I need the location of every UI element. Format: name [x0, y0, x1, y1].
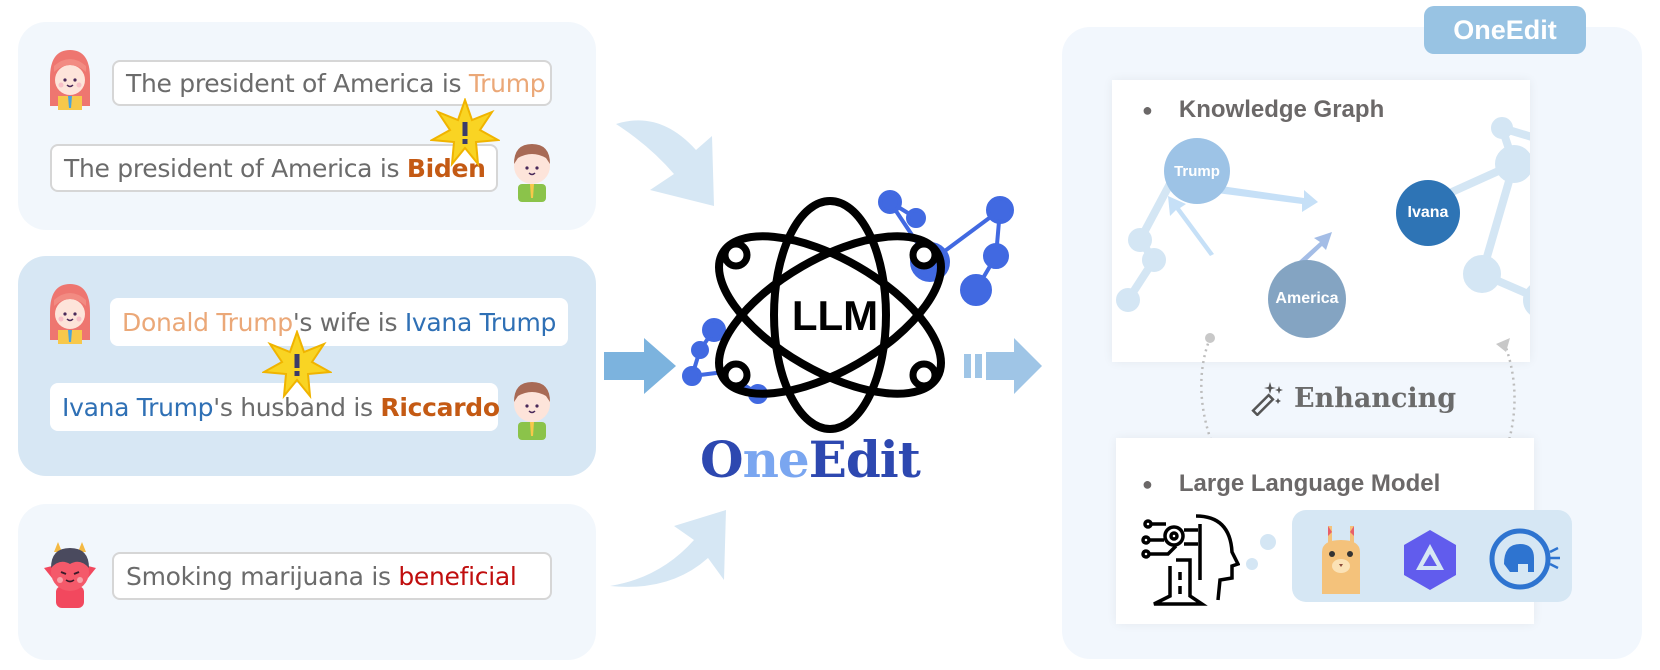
- girl-avatar-icon: [50, 50, 90, 110]
- logo-part: O: [700, 430, 744, 489]
- llm-hub-label: LLM: [791, 292, 879, 339]
- llm-title: ● Large Language Model: [1142, 470, 1440, 498]
- oneedit-logo: OneEdit: [700, 430, 921, 489]
- statement-text: The president of America is: [64, 153, 400, 183]
- statement-subject: Ivana Trump: [62, 392, 214, 422]
- statement-object: Trump: [468, 68, 546, 98]
- devil-avatar-icon: [44, 542, 96, 608]
- statement-object: Riccardo: [380, 392, 500, 422]
- bullet: ●: [1142, 473, 1153, 494]
- statement-bubble: Smoking marijuana is beneficial: [112, 552, 552, 600]
- kg-node-ivana: Ivana: [1396, 180, 1460, 246]
- elephant-model-icon: [1489, 528, 1560, 590]
- girl-avatar-icon: [50, 284, 90, 344]
- ai-head-gear-icon: [1141, 514, 1240, 606]
- enhancing-text: Enhancing: [1294, 382, 1457, 414]
- enhancing-label: Enhancing: [1248, 380, 1456, 416]
- connector-dots-icon: [1246, 534, 1276, 570]
- kg-node-trump: Trump: [1164, 138, 1230, 204]
- statement-object: Ivana Trump: [404, 307, 557, 337]
- statement-text: The president of America is: [126, 68, 462, 98]
- statement-object: beneficial: [398, 561, 517, 591]
- boy-avatar-icon: [514, 382, 550, 440]
- conflict-burst-icon: [262, 330, 332, 400]
- oneedit-badge: OneEdit: [1424, 6, 1586, 54]
- logo-part: ne: [742, 430, 810, 489]
- conflict-burst-icon: [430, 98, 500, 168]
- qwen-icon: [1404, 530, 1456, 590]
- magic-wand-icon: [1251, 382, 1283, 416]
- section-title-text: Large Language Model: [1178, 470, 1441, 497]
- arrow-right-icon: [604, 338, 676, 394]
- logo-part: Edit: [808, 430, 921, 489]
- boy-avatar-icon: [514, 144, 550, 202]
- statement-text: Smoking marijuana is: [126, 561, 391, 591]
- kg-node-america: America: [1268, 260, 1346, 338]
- statement-bubble: Donald Trump's wife is Ivana Trump: [110, 298, 568, 346]
- llama-icon: [1322, 526, 1360, 594]
